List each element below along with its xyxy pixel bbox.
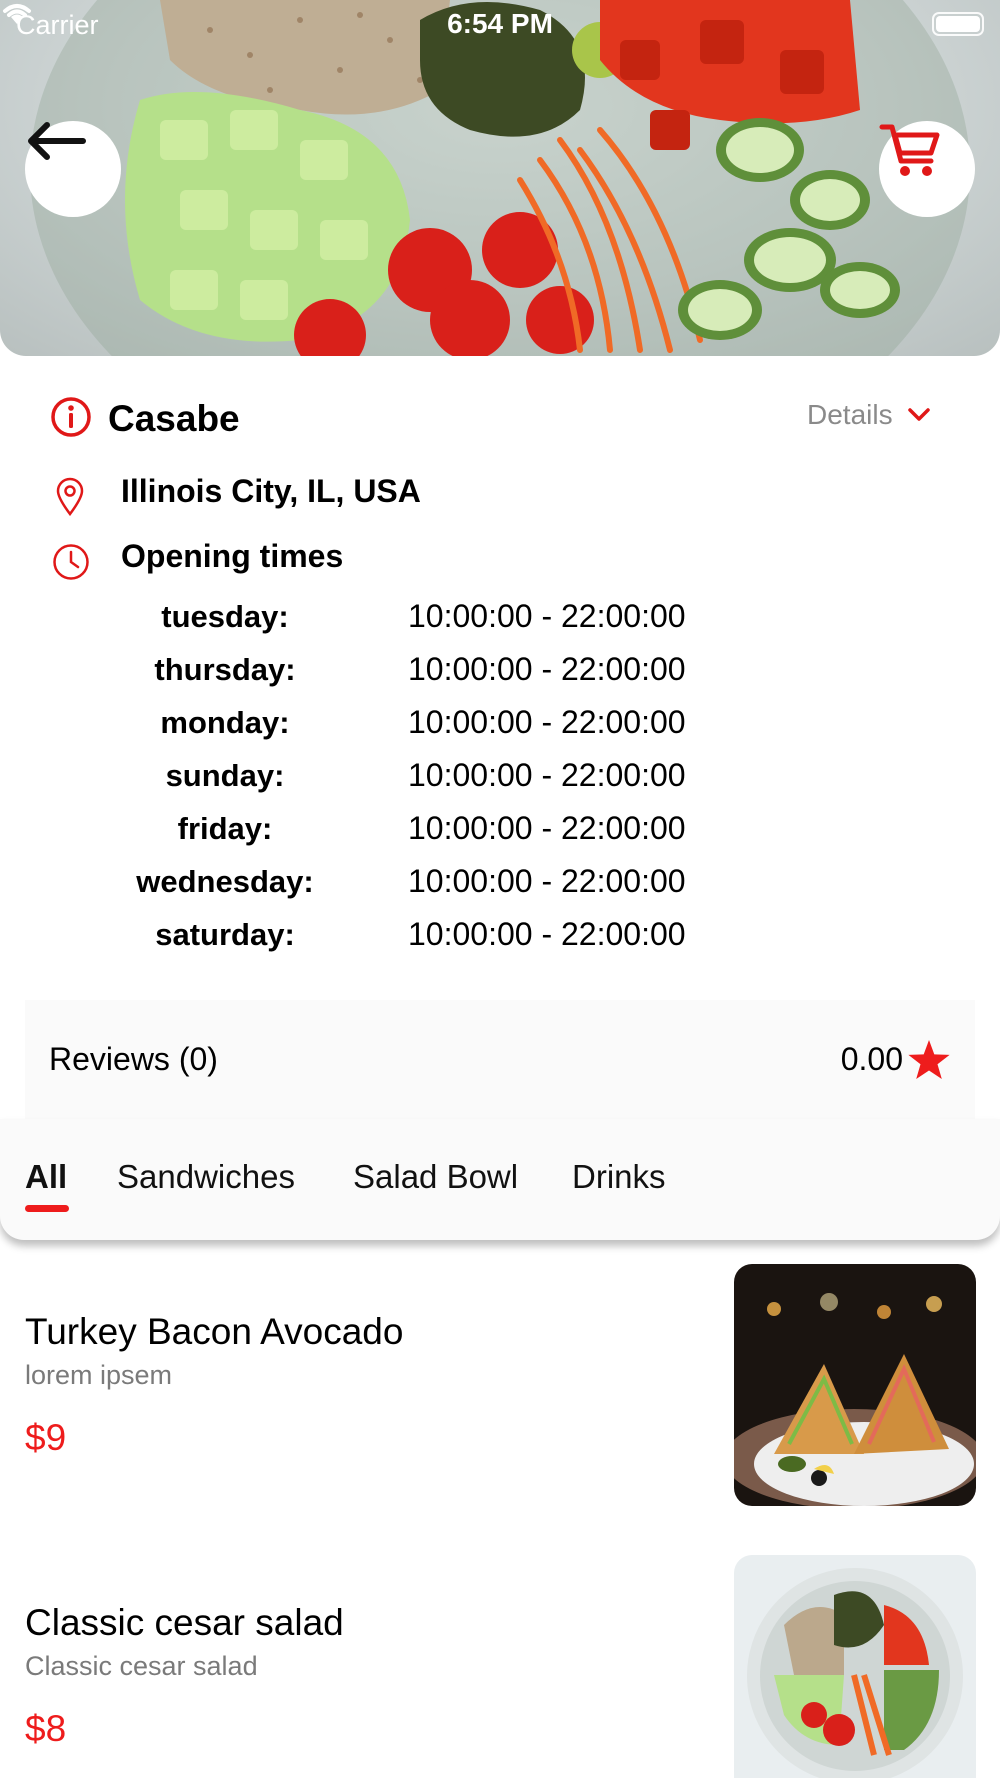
- sandwich-photo: [734, 1264, 976, 1506]
- menu-item-price: $9: [25, 1417, 67, 1458]
- time-range: 10:00:00 - 22:00:00: [408, 757, 686, 793]
- details-toggle[interactable]: Details: [807, 399, 931, 431]
- store-address: Illinois City, IL, USA: [121, 473, 421, 509]
- hours-row: sunday: 10:00:00 - 22:00:00: [90, 749, 790, 802]
- day-label: monday:: [160, 704, 290, 740]
- info-icon: [51, 397, 91, 437]
- tab-salad-bowl[interactable]: Salad Bowl: [353, 1158, 518, 1196]
- menu-item-description: lorem ipsem: [25, 1360, 173, 1390]
- hours-row: thursday: 10:00:00 - 22:00:00: [90, 643, 790, 696]
- status-bar: Carrier 6:54 PM: [0, 0, 1000, 50]
- tab-sandwiches[interactable]: Sandwiches: [117, 1158, 295, 1196]
- tab-drinks[interactable]: Drinks: [572, 1158, 666, 1196]
- day-label: thursday:: [154, 651, 296, 687]
- shopping-cart-icon: [879, 124, 940, 176]
- menu-item[interactable]: Classic cesar salad Classic cesar salad …: [0, 1555, 1000, 1778]
- salad-bowl-photo: [30, 0, 970, 356]
- category-tabs: All Sandwiches Salad Bowl Drinks: [0, 1119, 1000, 1240]
- menu-item-photo: [734, 1264, 976, 1506]
- chevron-down-icon: [907, 408, 930, 421]
- active-tab-indicator: [25, 1205, 69, 1212]
- menu-item-photo: [734, 1555, 976, 1778]
- time-range: 10:00:00 - 22:00:00: [408, 916, 686, 952]
- details-label: Details: [807, 399, 893, 430]
- location-pin-icon: [56, 477, 84, 516]
- menu-item-price: $8: [25, 1708, 67, 1749]
- arrow-left-icon: [28, 122, 86, 160]
- time-range: 10:00:00 - 22:00:00: [408, 704, 686, 740]
- rating-value: 0.00: [840, 1041, 903, 1077]
- day-label: friday:: [177, 810, 273, 846]
- hours-row: saturday: 10:00:00 - 22:00:00: [90, 908, 790, 961]
- time-range: 10:00:00 - 22:00:00: [408, 810, 686, 846]
- opening-times-title: Opening times: [121, 538, 344, 574]
- salad-photo: [734, 1555, 976, 1778]
- time-range: 10:00:00 - 22:00:00: [408, 598, 686, 634]
- hero-image: Carrier 6:54 PM: [0, 0, 1000, 356]
- store-name: Casabe: [108, 398, 240, 439]
- hours-row: tuesday: 10:00:00 - 22:00:00: [90, 590, 790, 643]
- hours-row: wednesday: 10:00:00 - 22:00:00: [90, 855, 790, 908]
- day-label: sunday:: [165, 757, 285, 793]
- reviews-row[interactable]: Reviews (0) 0.00: [25, 1000, 975, 1119]
- hours-row: monday: 10:00:00 - 22:00:00: [90, 696, 790, 749]
- opening-hours-list: tuesday: 10:00:00 - 22:00:00 thursday: 1…: [90, 590, 790, 961]
- day-label: wednesday:: [136, 863, 314, 899]
- star-icon: [908, 1039, 950, 1079]
- back-button[interactable]: [25, 121, 121, 217]
- menu-item-name: Classic cesar salad: [25, 1602, 344, 1643]
- time-range: 10:00:00 - 22:00:00: [408, 651, 686, 687]
- reviews-label: Reviews (0): [49, 1041, 218, 1077]
- day-label: saturday:: [155, 916, 295, 952]
- clock-icon: [53, 544, 89, 580]
- status-time: 6:54 PM: [447, 8, 553, 39]
- tab-all[interactable]: All: [25, 1158, 67, 1196]
- menu-item[interactable]: Turkey Bacon Avocado lorem ipsem $9: [0, 1264, 1000, 1506]
- rating: 0.00: [841, 1039, 951, 1081]
- time-range: 10:00:00 - 22:00:00: [408, 863, 686, 899]
- cart-button[interactable]: [879, 121, 975, 217]
- menu-item-name: Turkey Bacon Avocado: [25, 1311, 404, 1352]
- hours-row: friday: 10:00:00 - 22:00:00: [90, 802, 790, 855]
- battery-icon: [932, 12, 984, 36]
- day-label: tuesday:: [161, 598, 289, 634]
- menu-item-description: Classic cesar salad: [25, 1651, 258, 1681]
